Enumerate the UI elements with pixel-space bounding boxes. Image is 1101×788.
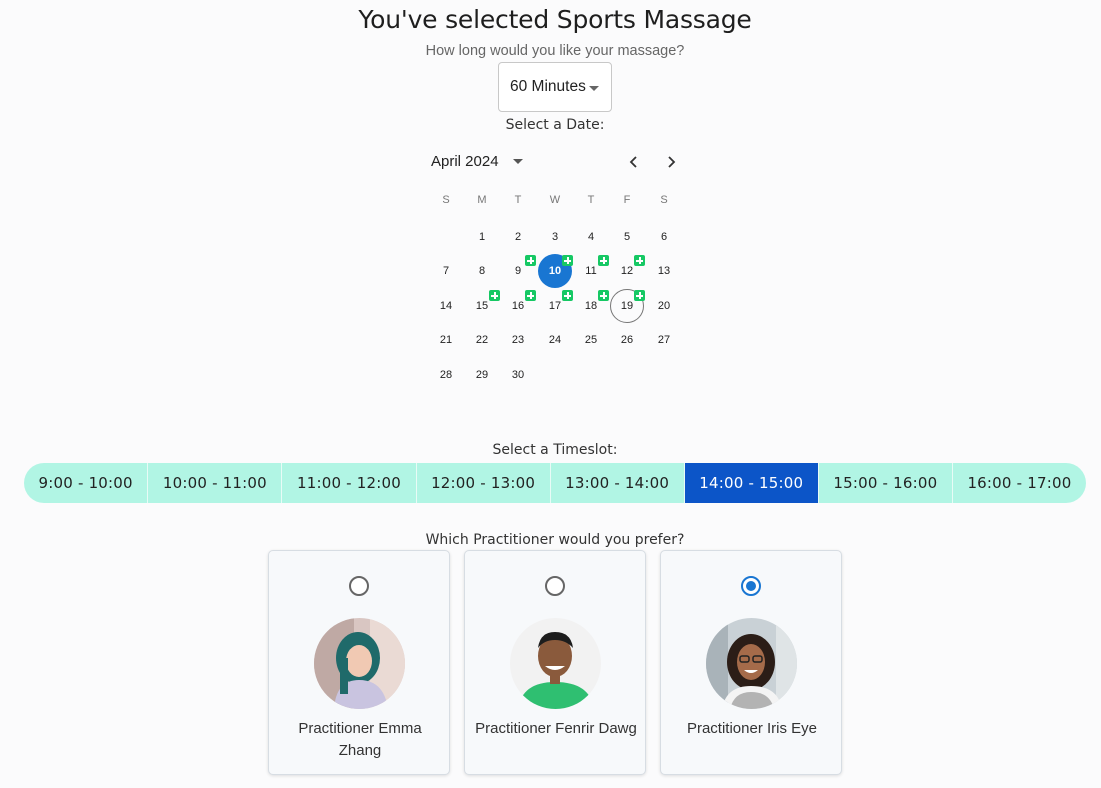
page-title: You've selected Sports Massage [358, 5, 752, 34]
weekday-header: M [477, 194, 487, 206]
calendar-day-22[interactable]: 22 [465, 323, 499, 357]
practitioner-name: Practitioner Iris Eye [686, 720, 818, 737]
calendar-day-25[interactable]: 25 [574, 323, 608, 357]
calendar-day-8[interactable]: 8 [465, 254, 499, 288]
duration-select[interactable]: 60 Minutes [498, 62, 612, 112]
calendar-day-7[interactable]: 7 [429, 254, 463, 288]
practitioner-card-emma[interactable]: Practitioner Emma Zhang [268, 550, 450, 775]
weekday-header: W [549, 194, 561, 206]
date-label: Select a Date: [505, 117, 605, 133]
weekday-header: T [587, 194, 595, 206]
calendar-month-label[interactable]: April 2024 [431, 153, 499, 170]
available-plus-icon [634, 290, 645, 301]
calendar-day-29[interactable]: 29 [465, 358, 499, 392]
timeslot-button[interactable]: 11:00 - 12:00 [282, 463, 417, 503]
month-dropdown-icon[interactable] [513, 159, 523, 164]
practitioner-name: Practitioner Fenrir Dawg [475, 720, 637, 737]
calendar-day-26[interactable]: 26 [610, 323, 644, 357]
available-plus-icon [489, 290, 500, 301]
calendar-day-20[interactable]: 20 [647, 289, 681, 323]
previous-month-button[interactable] [622, 150, 646, 174]
chevron-right-icon [668, 156, 676, 168]
available-plus-icon [525, 255, 536, 266]
chevron-left-icon [629, 156, 637, 168]
timeslot-button[interactable]: 12:00 - 13:00 [417, 463, 551, 503]
timeslot-bar: 9:00 - 10:00 10:00 - 11:00 11:00 - 12:00 12… [24, 463, 1086, 503]
calendar-day-21[interactable]: 21 [429, 323, 463, 357]
duration-value: 60 Minutes [510, 78, 586, 95]
available-plus-icon [598, 290, 609, 301]
calendar-day-13[interactable]: 13 [647, 254, 681, 288]
calendar-day-5[interactable]: 5 [610, 220, 644, 254]
duration-label: How long would you like your massage? [425, 43, 685, 59]
calendar-day-27[interactable]: 27 [647, 323, 681, 357]
calendar-day-1[interactable]: 1 [465, 220, 499, 254]
available-plus-icon [634, 255, 645, 266]
calendar-day-24[interactable]: 24 [538, 323, 572, 357]
available-plus-icon [562, 255, 573, 266]
practitioner-name: Practitioner Emma Zhang [298, 720, 422, 759]
available-plus-icon [525, 290, 536, 301]
weekday-header: F [623, 194, 631, 206]
timeslot-button[interactable]: 13:00 - 14:00 [551, 463, 685, 503]
practitioner-card-fenrir[interactable]: Practitioner Fenrir Dawg [464, 550, 646, 775]
practitioner-radio[interactable] [349, 576, 369, 596]
timeslot-button[interactable]: 10:00 - 11:00 [148, 463, 283, 503]
weekday-header: T [514, 194, 522, 206]
practitioner-radio[interactable] [545, 576, 565, 596]
calendar-day-4[interactable]: 4 [574, 220, 608, 254]
calendar-day-2[interactable]: 2 [501, 220, 535, 254]
calendar-day-6[interactable]: 6 [647, 220, 681, 254]
practitioner-radio[interactable] [741, 576, 761, 596]
caret-down-icon [589, 86, 599, 91]
timeslot-button[interactable]: 16:00 - 17:00 [953, 463, 1086, 503]
calendar-day-30[interactable]: 30 [501, 358, 535, 392]
calendar-day-28[interactable]: 28 [429, 358, 463, 392]
timeslot-button[interactable]: 14:00 - 15:00 [684, 463, 819, 503]
available-plus-icon [562, 290, 573, 301]
weekday-header: S [442, 194, 450, 206]
calendar-day-3[interactable]: 3 [538, 220, 572, 254]
weekday-header: S [660, 194, 668, 206]
calendar-day-23[interactable]: 23 [501, 323, 535, 357]
timeslot-button[interactable]: 9:00 - 10:00 [24, 463, 149, 503]
practitioner-label: Which Practitioner would you prefer? [425, 532, 685, 548]
avatar-iris [706, 618, 797, 709]
practitioner-card-iris[interactable]: Practitioner Iris Eye [660, 550, 842, 775]
timeslot-button[interactable]: 15:00 - 16:00 [819, 463, 953, 503]
avatar-emma [314, 618, 405, 709]
calendar-day-14[interactable]: 14 [429, 289, 463, 323]
next-month-button[interactable] [659, 150, 683, 174]
timeslot-label: Select a Timeslot: [492, 442, 618, 458]
available-plus-icon [598, 255, 609, 266]
avatar-fenrir [510, 618, 601, 709]
